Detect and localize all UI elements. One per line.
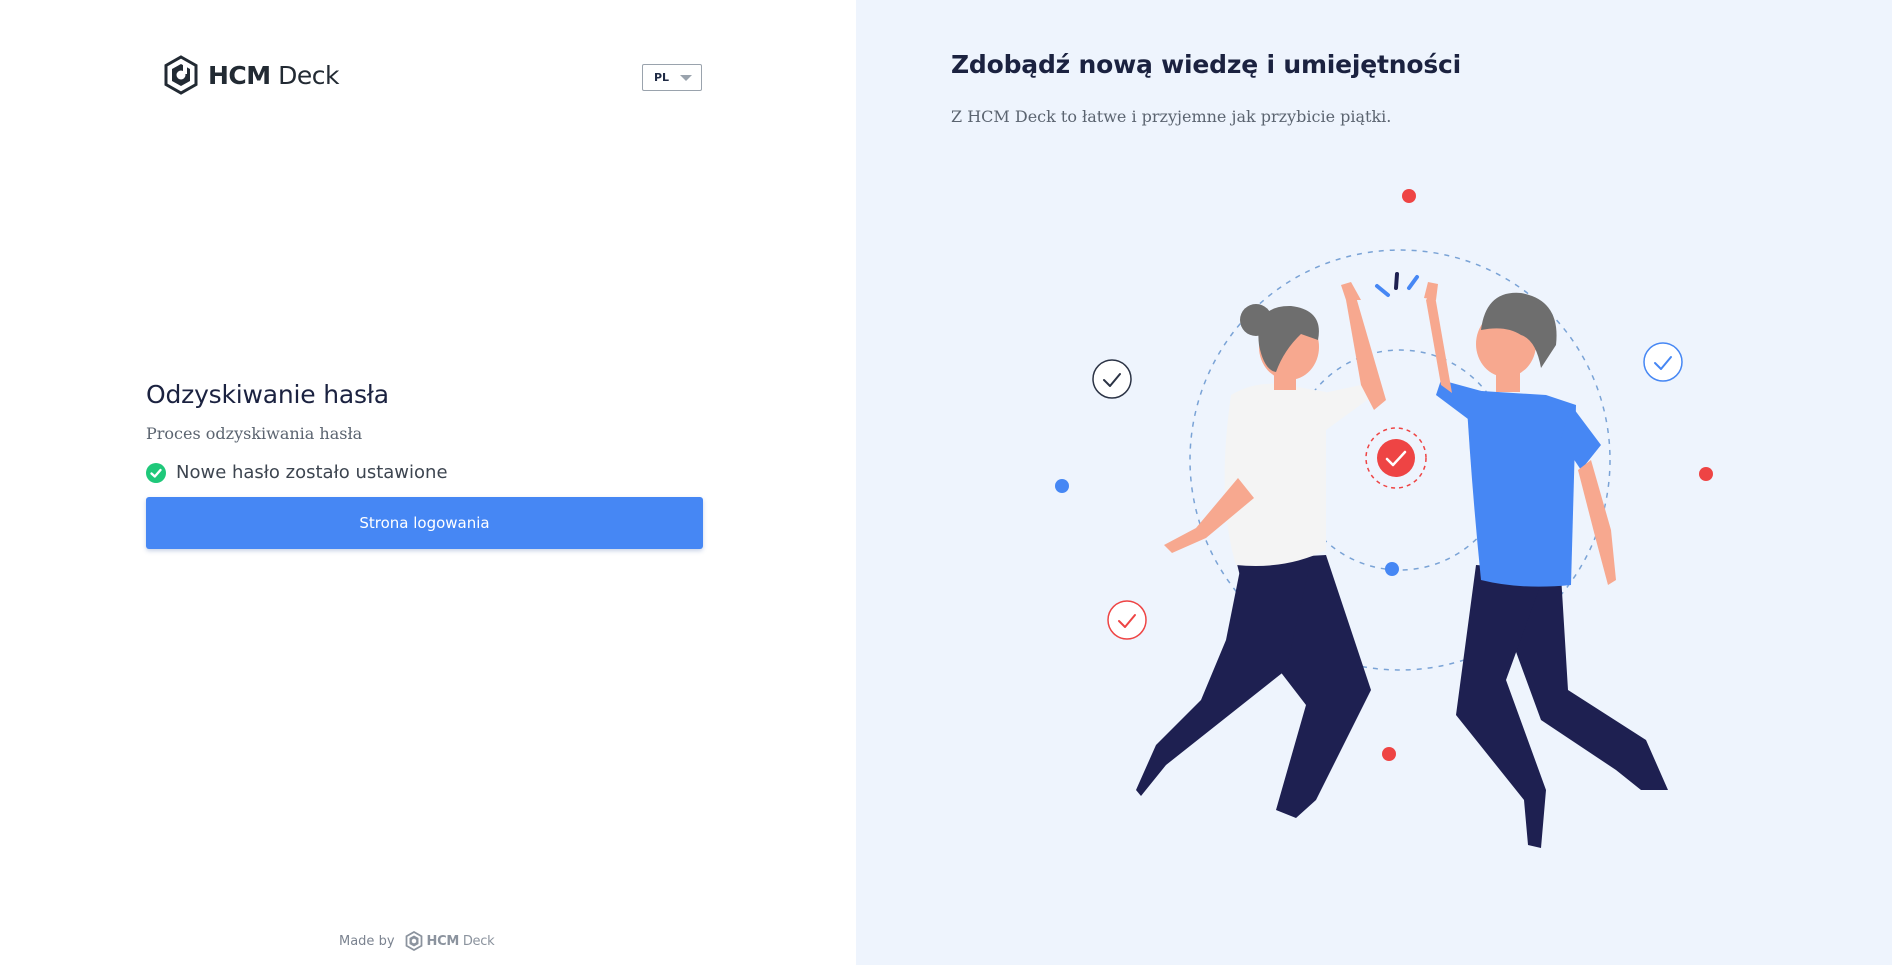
- promo-panel: Zdobądź nową wiedzę i umiejętności Z HCM…: [856, 0, 1892, 965]
- high-five-illustration: [1055, 189, 1713, 848]
- login-panel: HCM Deck PL Odzyskiwanie hasła Proces od…: [0, 0, 856, 965]
- check-bubble-dark-icon: [1092, 359, 1132, 399]
- success-message-text: Nowe hasło zostało ustawione: [176, 462, 448, 483]
- language-value: PL: [654, 71, 670, 84]
- dot-red: [1699, 467, 1713, 481]
- dot-red: [1402, 189, 1416, 203]
- footer-brand-logo[interactable]: HCM Deck: [405, 931, 495, 951]
- footer-brand-light: Deck: [462, 933, 495, 949]
- check-circle-icon: [146, 462, 166, 483]
- footer-brand-bold: HCM: [426, 933, 460, 949]
- dot-blue: [1055, 479, 1069, 493]
- hexagon-logo-icon: [405, 931, 422, 951]
- clap-lines: [1375, 272, 1419, 297]
- success-message: Nowe hasło zostało ustawione: [146, 462, 703, 483]
- login-page-button[interactable]: Strona logowania: [146, 497, 703, 549]
- footer: Made by HCM Deck: [339, 930, 495, 952]
- footer-brand-name: HCM Deck: [427, 934, 495, 949]
- language-select[interactable]: PL: [642, 64, 702, 91]
- made-by-label: Made by: [339, 933, 395, 949]
- brand-name-light: Deck: [278, 60, 339, 90]
- dot-red: [1382, 747, 1396, 761]
- brand-logo[interactable]: HCM Deck: [163, 55, 339, 95]
- man-figure: [1424, 282, 1668, 848]
- brand-name: HCM Deck: [208, 61, 339, 90]
- page-title: Odzyskiwanie hasła: [146, 380, 389, 409]
- brand-name-bold: HCM: [208, 60, 271, 90]
- hexagon-logo-icon: [164, 55, 198, 95]
- check-bubble-red-icon: [1107, 600, 1147, 640]
- check-bubble-blue-icon: [1643, 342, 1683, 382]
- chevron-down-icon: [680, 75, 692, 81]
- password-recovery-form: Odzyskiwanie hasła Proces odzyskiwania h…: [146, 380, 703, 549]
- dot-blue: [1385, 562, 1399, 576]
- page-subtitle: Proces odzyskiwania hasła: [146, 424, 363, 443]
- check-bubble-center-icon: [1365, 427, 1427, 489]
